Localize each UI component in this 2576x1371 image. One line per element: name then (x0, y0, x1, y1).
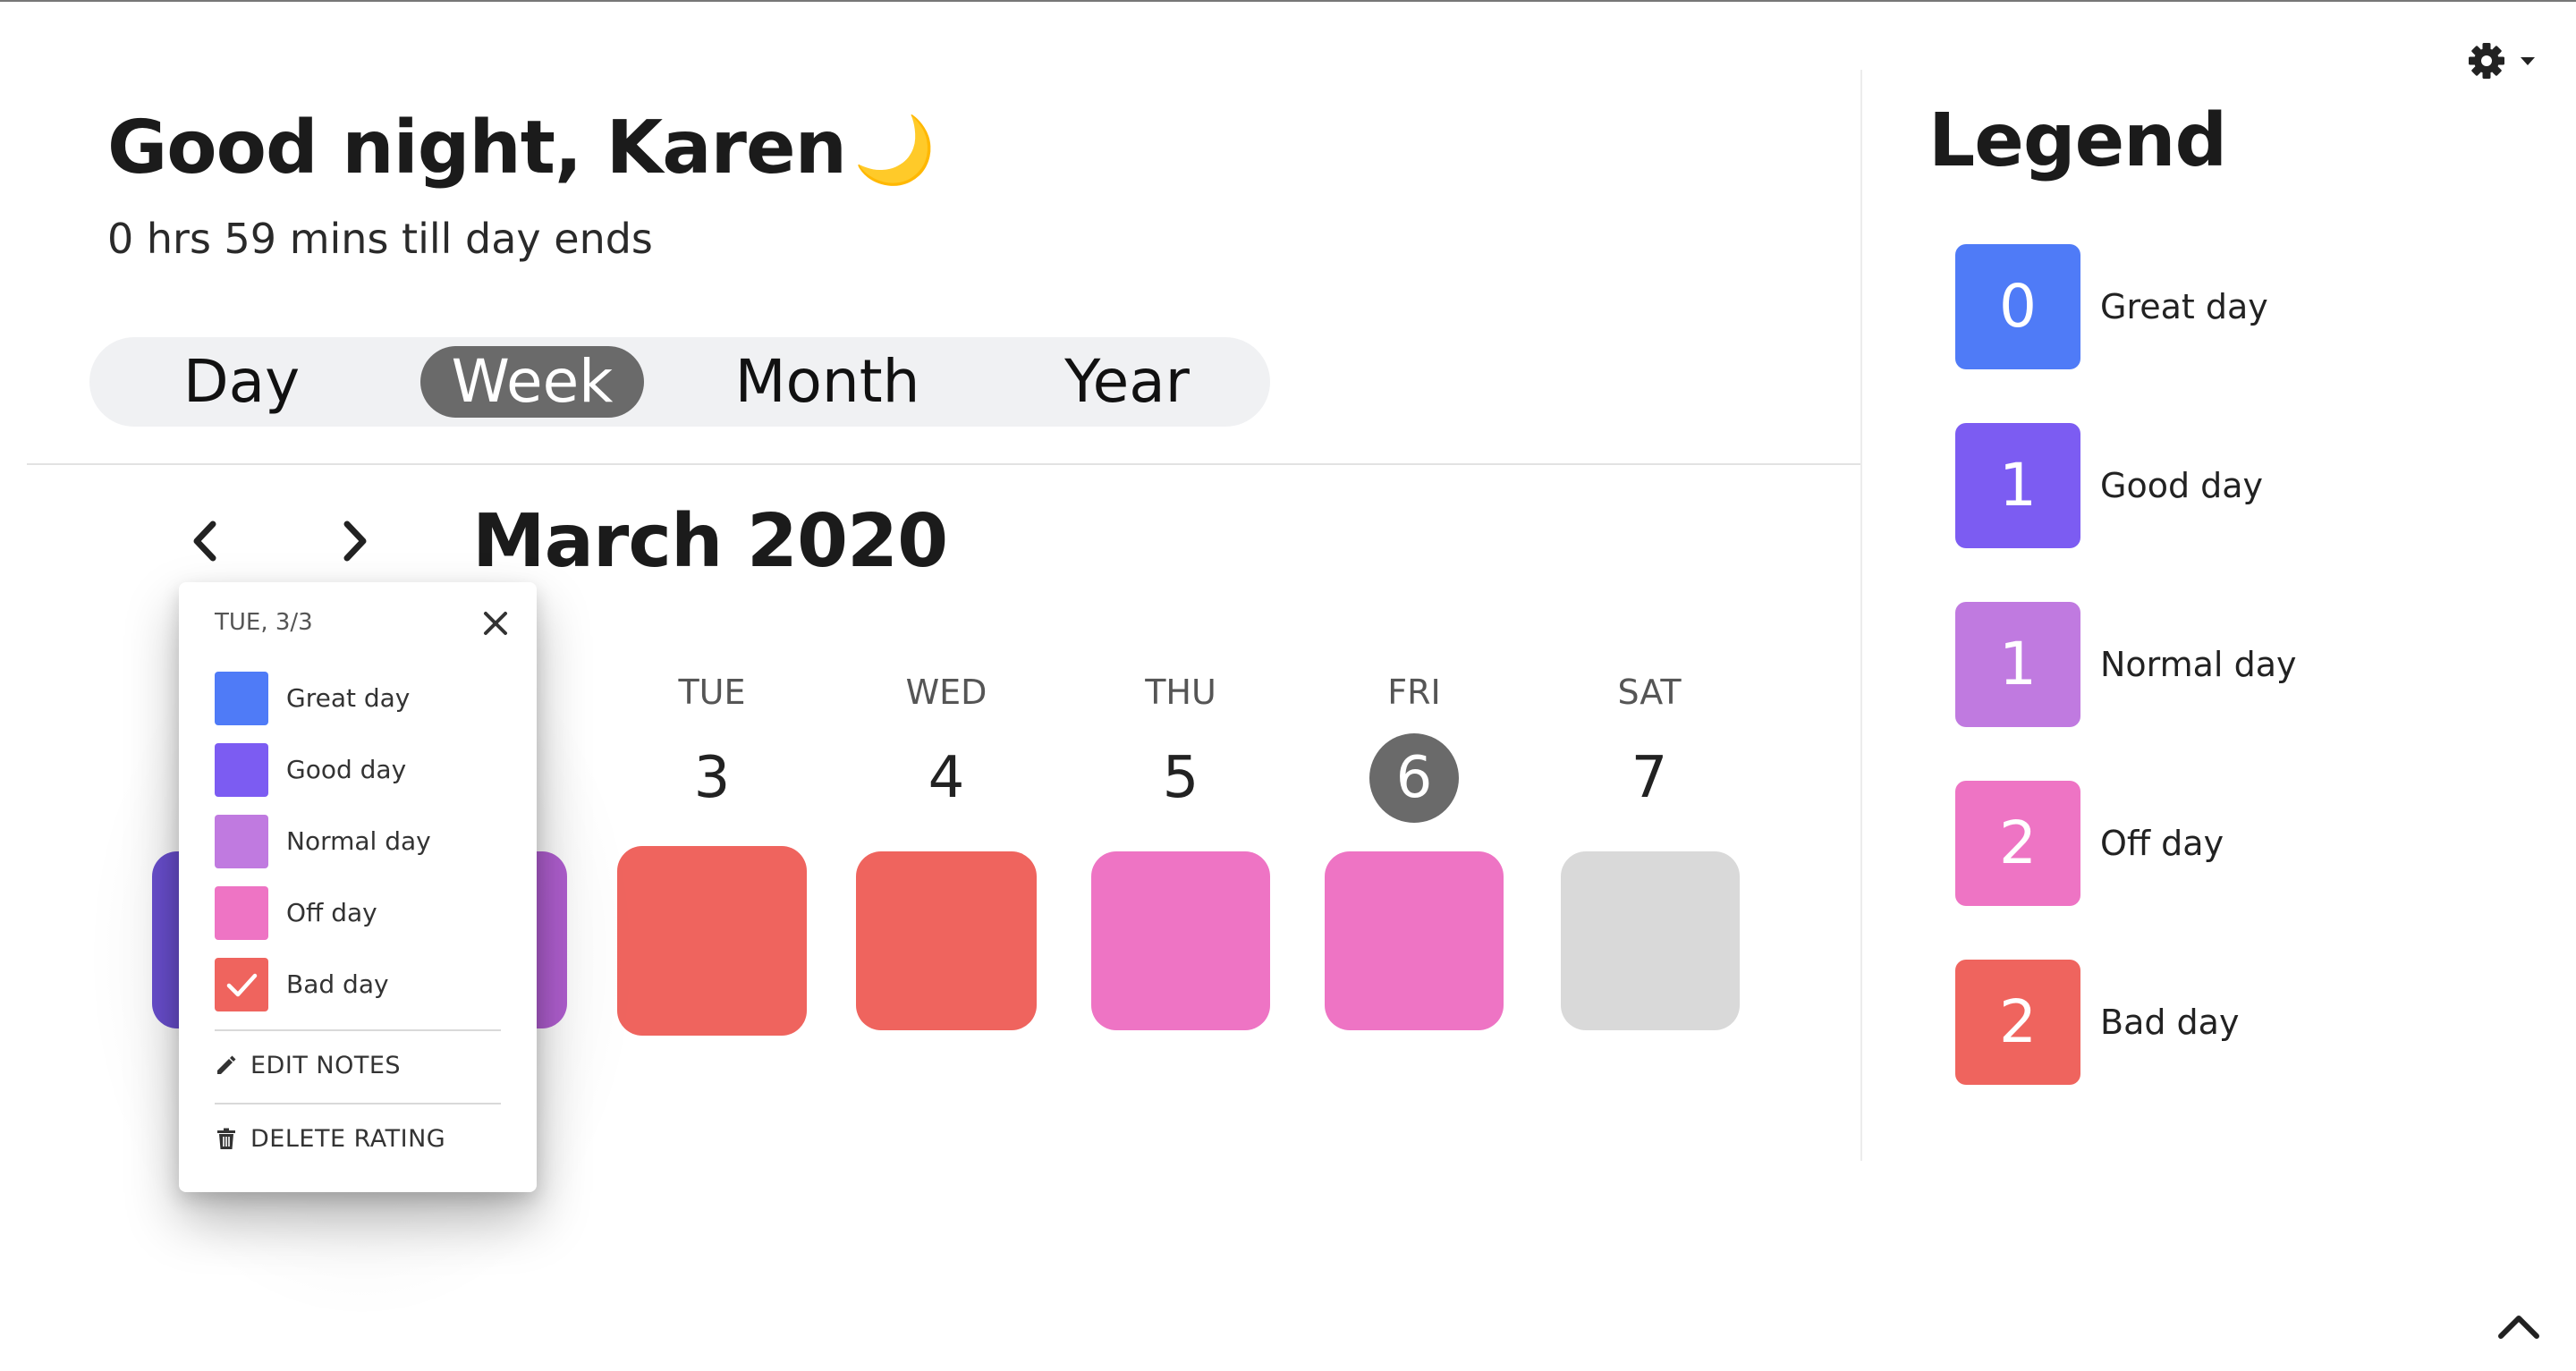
rating-option-label: Good day (286, 755, 407, 784)
color-swatch (215, 743, 268, 797)
delete-rating-label: DELETE RATING (250, 1125, 446, 1153)
window-top-border (0, 0, 2576, 2)
rating-option-label: Off day (286, 898, 377, 927)
rating-option-label: Normal day (286, 826, 431, 856)
rating-option-normal[interactable]: Normal day (215, 815, 510, 868)
rating-option-great[interactable]: Great day (215, 672, 510, 725)
day-of-week-label: TUE (678, 673, 746, 712)
rating-popup: TUE, 3/3 Great day Good day Normal day O… (179, 582, 537, 1192)
legend-item-good: 1 Good day (1955, 423, 2402, 548)
time-left-text: 0 hrs 59 mins till day ends (107, 215, 653, 263)
calendar-month-title: March 2020 (472, 499, 948, 584)
rating-option-bad[interactable]: Bad day (215, 958, 510, 1011)
edit-notes-label: EDIT NOTES (250, 1052, 402, 1079)
color-swatch (215, 815, 268, 868)
legend-label: Bad day (2100, 1003, 2240, 1042)
pencil-icon (217, 1055, 236, 1074)
chevron-right-icon (343, 520, 367, 562)
popup-date: TUE, 3/3 (215, 609, 313, 636)
view-switcher: Day Week Month Year (89, 337, 1270, 427)
day-of-week-label: WED (905, 673, 987, 712)
legend-item-great: 0 Great day (1955, 244, 2402, 369)
day-number: 5 (1162, 745, 1199, 811)
rating-option-label: Great day (286, 683, 411, 713)
caret-down-icon (2521, 57, 2535, 65)
rating-option-off[interactable]: Off day (215, 886, 510, 940)
close-icon (484, 612, 507, 635)
popup-divider (215, 1103, 501, 1104)
gear-icon (2469, 43, 2535, 79)
day-block-wed[interactable] (856, 851, 1037, 1030)
color-swatch-selected (215, 958, 268, 1011)
trash-icon (217, 1128, 235, 1149)
moon-icon: 🌙 (852, 112, 936, 189)
day-number-today: 6 (1369, 733, 1459, 823)
tab-day[interactable]: Day (152, 346, 331, 418)
checkmark-icon (226, 973, 258, 997)
legend-item-off: 2 Off day (1955, 781, 2402, 906)
legend-count: 2 (1955, 781, 2080, 906)
popup-divider (215, 1029, 501, 1031)
legend-count: 2 (1955, 960, 2080, 1085)
legend-count: 1 (1955, 602, 2080, 727)
legend-label: Great day (2100, 287, 2268, 326)
legend-label: Normal day (2100, 645, 2297, 684)
next-week-button[interactable] (322, 510, 385, 572)
greeting-text: Good night, Karen (107, 106, 847, 190)
chevron-up-icon (2498, 1316, 2539, 1339)
tab-year[interactable]: Year (1038, 346, 1216, 418)
day-number: 4 (928, 745, 965, 811)
legend-label: Good day (2100, 466, 2264, 505)
tab-month[interactable]: Month (716, 346, 939, 418)
color-swatch (215, 672, 268, 725)
close-button[interactable] (481, 609, 510, 638)
settings-menu-button[interactable] (2465, 39, 2546, 82)
day-number: 7 (1631, 745, 1668, 811)
color-swatch (215, 886, 268, 940)
legend-divider (1860, 70, 1862, 1161)
legend-count: 0 (1955, 244, 2080, 369)
day-block-sat[interactable] (1561, 851, 1740, 1030)
legend-item-bad: 2 Bad day (1955, 960, 2402, 1085)
day-of-week-label: SAT (1617, 673, 1682, 712)
legend-count: 1 (1955, 423, 2080, 548)
legend-label: Off day (2100, 824, 2224, 863)
tab-week[interactable]: Week (420, 346, 644, 418)
day-block-thu[interactable] (1091, 851, 1270, 1030)
chevron-left-icon (193, 520, 216, 562)
day-of-week-label: FRI (1387, 673, 1441, 712)
rating-option-good[interactable]: Good day (215, 743, 510, 797)
scroll-to-top-button[interactable] (2494, 1308, 2544, 1343)
legend-title: Legend (1928, 98, 2227, 183)
header-divider (27, 463, 1860, 465)
greeting-heading: Good night, Karen 🌙 (107, 106, 936, 190)
day-number: 3 (693, 745, 731, 811)
day-block-fri[interactable] (1325, 851, 1504, 1030)
legend-item-normal: 1 Normal day (1955, 602, 2402, 727)
day-of-week-label: THU (1145, 673, 1216, 712)
prev-week-button[interactable] (175, 510, 238, 572)
day-block-tue[interactable] (617, 846, 807, 1036)
rating-option-label: Bad day (286, 969, 389, 999)
